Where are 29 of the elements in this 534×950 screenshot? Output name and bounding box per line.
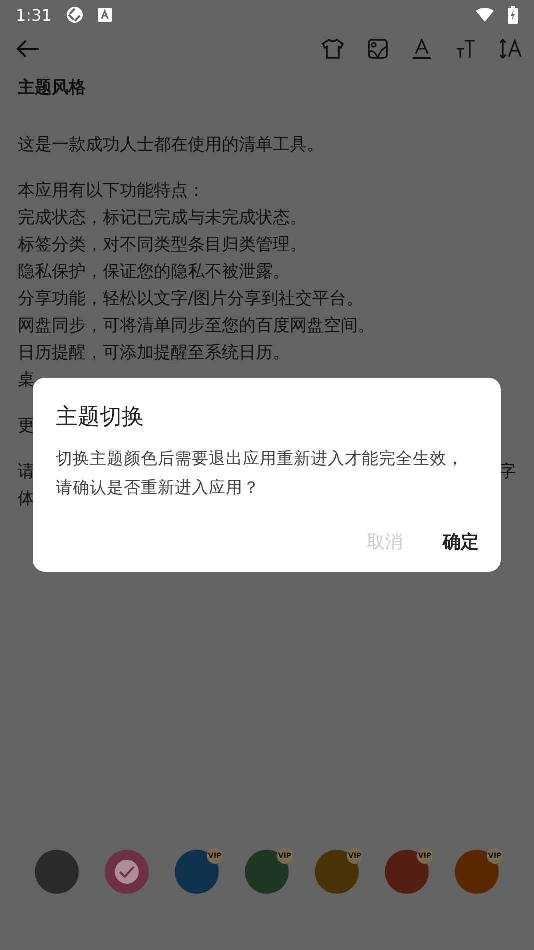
- wifi-icon: [476, 8, 494, 22]
- note-title: 主题风格: [18, 77, 87, 100]
- image-icon[interactable]: [368, 39, 388, 59]
- font-color-icon[interactable]: [412, 39, 432, 59]
- body-text-line: 标签分类，对不同类型条目归类管理。: [18, 234, 308, 257]
- text-size-icon[interactable]: [456, 39, 476, 59]
- body-text-line: 网盘同步，可将清单同步至您的百度网盘空间。: [18, 315, 376, 338]
- battery-icon: [508, 6, 518, 24]
- body-text-fragment: 桌: [18, 369, 35, 392]
- shirt-icon[interactable]: [322, 39, 344, 59]
- keyboard-a-icon: [98, 8, 112, 22]
- body-text-line: 分享功能，轻松以文字/图片分享到社交平台。: [18, 288, 365, 311]
- body-text-line: 本应用有以下功能特点：: [18, 180, 206, 203]
- line-height-icon[interactable]: [500, 39, 522, 59]
- back-arrow-icon[interactable]: [16, 39, 40, 59]
- theme-color-swatch[interactable]: [105, 850, 149, 894]
- body-text-line: 日历提醒，可添加提醒至系统日历。: [18, 342, 291, 365]
- dialog-button[interactable]: 确定: [443, 530, 479, 554]
- dialog-message: 切换主题颜色后需要退出应用重新进入才能完全生效，请确认是否重新进入应用？: [56, 448, 465, 499]
- body-text-fragment: 请: [18, 461, 35, 484]
- status-time: 1:31: [16, 6, 52, 24]
- dialog-title: 主题切换: [56, 404, 145, 432]
- body-text-line: 这是一款成功人士都在使用的清单工具。: [18, 134, 325, 157]
- body-text-fragment: 体: [18, 488, 35, 511]
- body-text-fragment: 更: [18, 415, 35, 438]
- body-text-line: 完成状态，标记已完成与未完成状态。: [18, 207, 308, 230]
- theme-color-swatch[interactable]: [35, 850, 79, 894]
- body-text-line: 隐私保护，保证您的隐私不被泄露。: [18, 261, 291, 284]
- check-icon: [115, 860, 139, 884]
